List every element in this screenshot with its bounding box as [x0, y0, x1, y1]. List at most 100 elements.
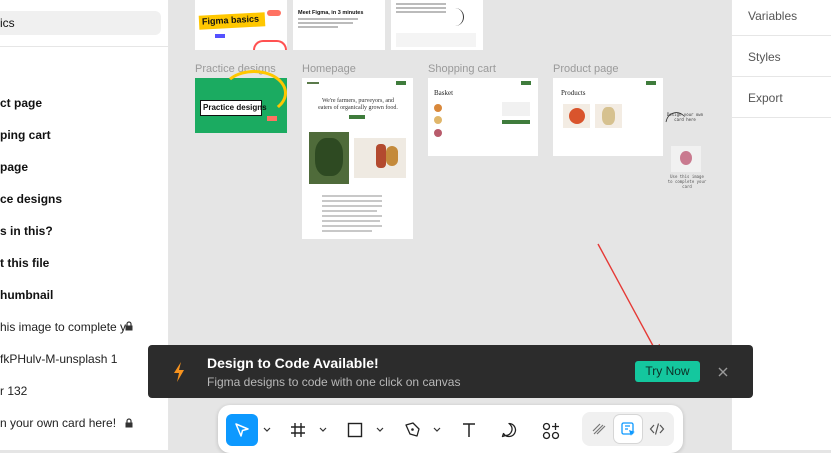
chevron-down-icon[interactable]: [263, 427, 271, 432]
frame-product-page[interactable]: Products: [553, 78, 663, 156]
export-section[interactable]: Export: [748, 91, 783, 105]
decorative-shape: [215, 34, 225, 38]
figma-basics-badge: Figma basics: [198, 12, 266, 30]
panel-divider: [732, 117, 831, 118]
code-icon: [649, 423, 665, 435]
comment-icon: [501, 422, 517, 438]
text-tool[interactable]: [453, 414, 485, 446]
cart-item-thumb: [434, 129, 442, 137]
kale-image: [309, 132, 349, 184]
selected-page-label: ics: [0, 16, 15, 30]
beet-shape: [376, 144, 386, 168]
actions-icon: [542, 422, 560, 440]
chevron-down-icon[interactable]: [319, 427, 327, 432]
cart-item-thumb: [434, 116, 442, 124]
arrow-doodle: [665, 112, 685, 123]
text-line: [322, 210, 377, 212]
frame-shopping-cart[interactable]: Basket: [428, 78, 538, 156]
text-line: [298, 18, 358, 20]
text-line: [322, 215, 382, 217]
lock-icon[interactable]: [125, 321, 133, 331]
text-line: [396, 7, 446, 9]
layer-label: ce designs: [0, 192, 63, 206]
use-image-note: Use this image to complete your card: [667, 174, 707, 189]
layer-label: s in this?: [0, 224, 53, 238]
frame-practice-designs[interactable]: Practice designs: [195, 70, 287, 133]
decorative-shape: [267, 116, 277, 121]
draw-mode-button[interactable]: [585, 415, 613, 443]
frame-label: Product page: [553, 63, 619, 75]
selected-page-item[interactable]: ics: [0, 11, 161, 35]
panel-divider: [732, 35, 831, 36]
shape-tool[interactable]: [339, 414, 371, 446]
layer-item[interactable]: ct page: [0, 96, 150, 116]
close-icon[interactable]: [718, 364, 728, 382]
decorative-shape: [267, 10, 281, 16]
move-tool[interactable]: [226, 414, 258, 446]
layer-item[interactable]: ping cart: [0, 128, 150, 148]
red-arrow-annotation: [597, 243, 660, 357]
meet-figma-title: Meet Figma, in 3 minutes: [298, 10, 364, 16]
layer-item[interactable]: t this file: [0, 256, 150, 276]
text-line: [322, 205, 382, 207]
layer-item[interactable]: ce designs: [0, 192, 150, 212]
layer-label: his image to complete y: [0, 320, 127, 334]
pen-tool[interactable]: [396, 414, 428, 446]
panel-divider: [0, 46, 168, 47]
text-icon: [463, 423, 475, 437]
onion-image[interactable]: [671, 146, 701, 172]
mode-switcher: [582, 412, 674, 446]
figma-basics-label: Figma basics: [201, 13, 260, 27]
layer-label: t this file: [0, 256, 50, 270]
design-mode-button[interactable]: [614, 415, 642, 443]
panel-divider: [732, 76, 831, 77]
decorative-shape: [253, 40, 287, 50]
variables-section[interactable]: Variables: [748, 9, 797, 23]
text-line: [322, 230, 372, 232]
nav-button: [646, 81, 656, 85]
layer-item[interactable]: humbnail: [0, 288, 150, 308]
logo-mark: [307, 82, 319, 84]
root-shape: [602, 107, 615, 125]
lightning-icon: [173, 362, 185, 387]
onion-shape: [680, 151, 692, 165]
tomato-shape: [569, 108, 585, 124]
frame-label: Homepage: [302, 63, 356, 75]
frame-tool[interactable]: [282, 414, 314, 446]
text-line: [396, 3, 446, 5]
cta-button: [349, 115, 365, 119]
checkout-button: [502, 120, 530, 124]
frame-overview[interactable]: [391, 0, 483, 50]
text-line: [322, 200, 382, 202]
thumbnail-strip: [396, 33, 476, 47]
chevron-down-icon[interactable]: [433, 427, 441, 432]
lock-icon[interactable]: [125, 418, 133, 428]
layer-item[interactable]: page: [0, 160, 150, 180]
beet-image: [354, 138, 406, 178]
try-now-button[interactable]: Try Now: [635, 361, 700, 382]
layer-item[interactable]: s in this?: [0, 224, 150, 244]
product-heading: Products: [561, 89, 586, 97]
layer-item[interactable]: fkPHulv-M-unsplash 1: [0, 352, 150, 372]
frame-icon: [291, 423, 305, 437]
comment-tool[interactable]: [493, 414, 525, 446]
product-image: [563, 104, 590, 128]
dev-mode-button[interactable]: [643, 415, 671, 443]
toast-subtitle: Figma designs to code with one click on …: [207, 375, 461, 389]
toast-title: Design to Code Available!: [207, 355, 379, 371]
cart-item-thumb: [434, 104, 442, 112]
text-line: [298, 26, 338, 28]
product-image: [595, 104, 622, 128]
chevron-down-icon[interactable]: [376, 427, 384, 432]
frame-label: Shopping cart: [428, 63, 496, 75]
bottom-toolbar: [218, 405, 683, 453]
actions-tool[interactable]: [534, 414, 566, 446]
frame-homepage[interactable]: We're farmers, purveyors, and eaters of …: [302, 78, 413, 239]
styles-section[interactable]: Styles: [748, 50, 781, 64]
layer-label: humbnail: [0, 288, 54, 302]
frame-meet-figma[interactable]: Meet Figma, in 3 minutes: [293, 0, 385, 50]
vase-shape: [386, 146, 398, 166]
frame-figma-basics[interactable]: Figma basics: [195, 0, 287, 50]
layer-item[interactable]: r 132: [0, 384, 150, 404]
layer-label: page: [0, 160, 29, 174]
